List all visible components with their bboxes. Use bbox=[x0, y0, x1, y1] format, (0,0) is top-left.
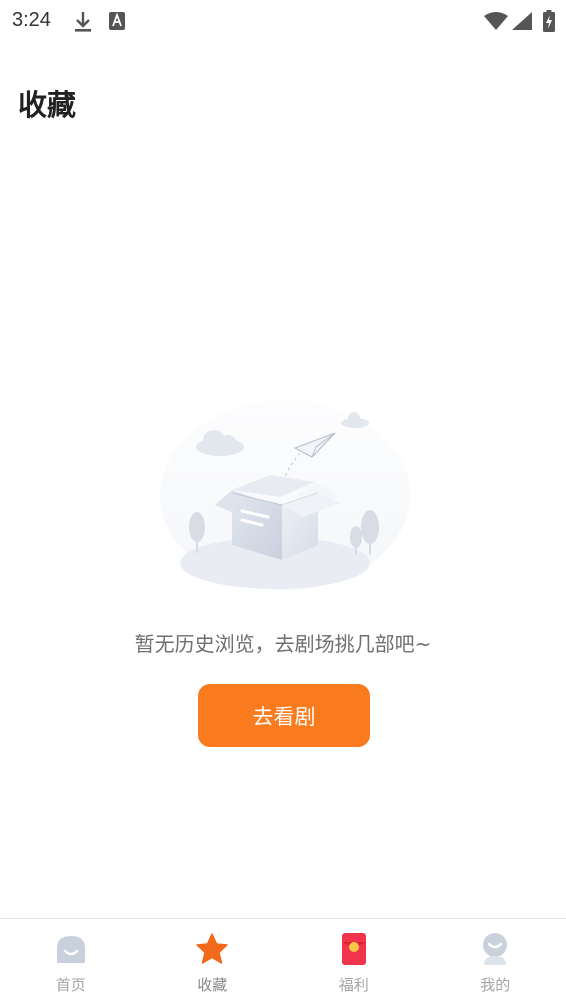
signal-icon bbox=[512, 12, 532, 34]
nav-item-favorites[interactable]: 收藏 bbox=[142, 919, 284, 1008]
screen: 3:24 收藏 暂无历史浏览，去剧场挑几部吧~ 去看剧 首页 收藏 福利 我的 bbox=[0, 0, 566, 1008]
home-icon bbox=[54, 932, 88, 966]
nav-item-home[interactable]: 首页 bbox=[0, 919, 142, 1008]
keyboard-a-icon bbox=[108, 11, 126, 35]
nav-item-profile[interactable]: 我的 bbox=[425, 919, 566, 1008]
wifi-icon bbox=[484, 12, 508, 34]
empty-state-message: 暂无历史浏览，去剧场挑几部吧~ bbox=[134, 632, 432, 656]
nav-label-profile: 我的 bbox=[480, 976, 511, 994]
status-bar: 3:24 bbox=[0, 0, 566, 44]
status-time: 3:24 bbox=[12, 9, 51, 31]
red-envelope-icon bbox=[337, 932, 371, 966]
profile-icon bbox=[478, 932, 512, 966]
go-watch-button[interactable]: 去看剧 bbox=[198, 684, 370, 747]
download-icon bbox=[74, 11, 92, 37]
star-icon bbox=[195, 932, 229, 966]
nav-label-favorites: 收藏 bbox=[197, 976, 228, 994]
nav-label-home: 首页 bbox=[55, 976, 86, 994]
empty-box-illustration bbox=[150, 385, 420, 605]
nav-label-welfare: 福利 bbox=[338, 976, 369, 994]
bottom-nav: 首页 收藏 福利 我的 bbox=[0, 918, 566, 1008]
page-title: 收藏 bbox=[18, 88, 77, 122]
nav-item-welfare[interactable]: 福利 bbox=[283, 919, 425, 1008]
battery-charging-icon bbox=[543, 10, 555, 36]
